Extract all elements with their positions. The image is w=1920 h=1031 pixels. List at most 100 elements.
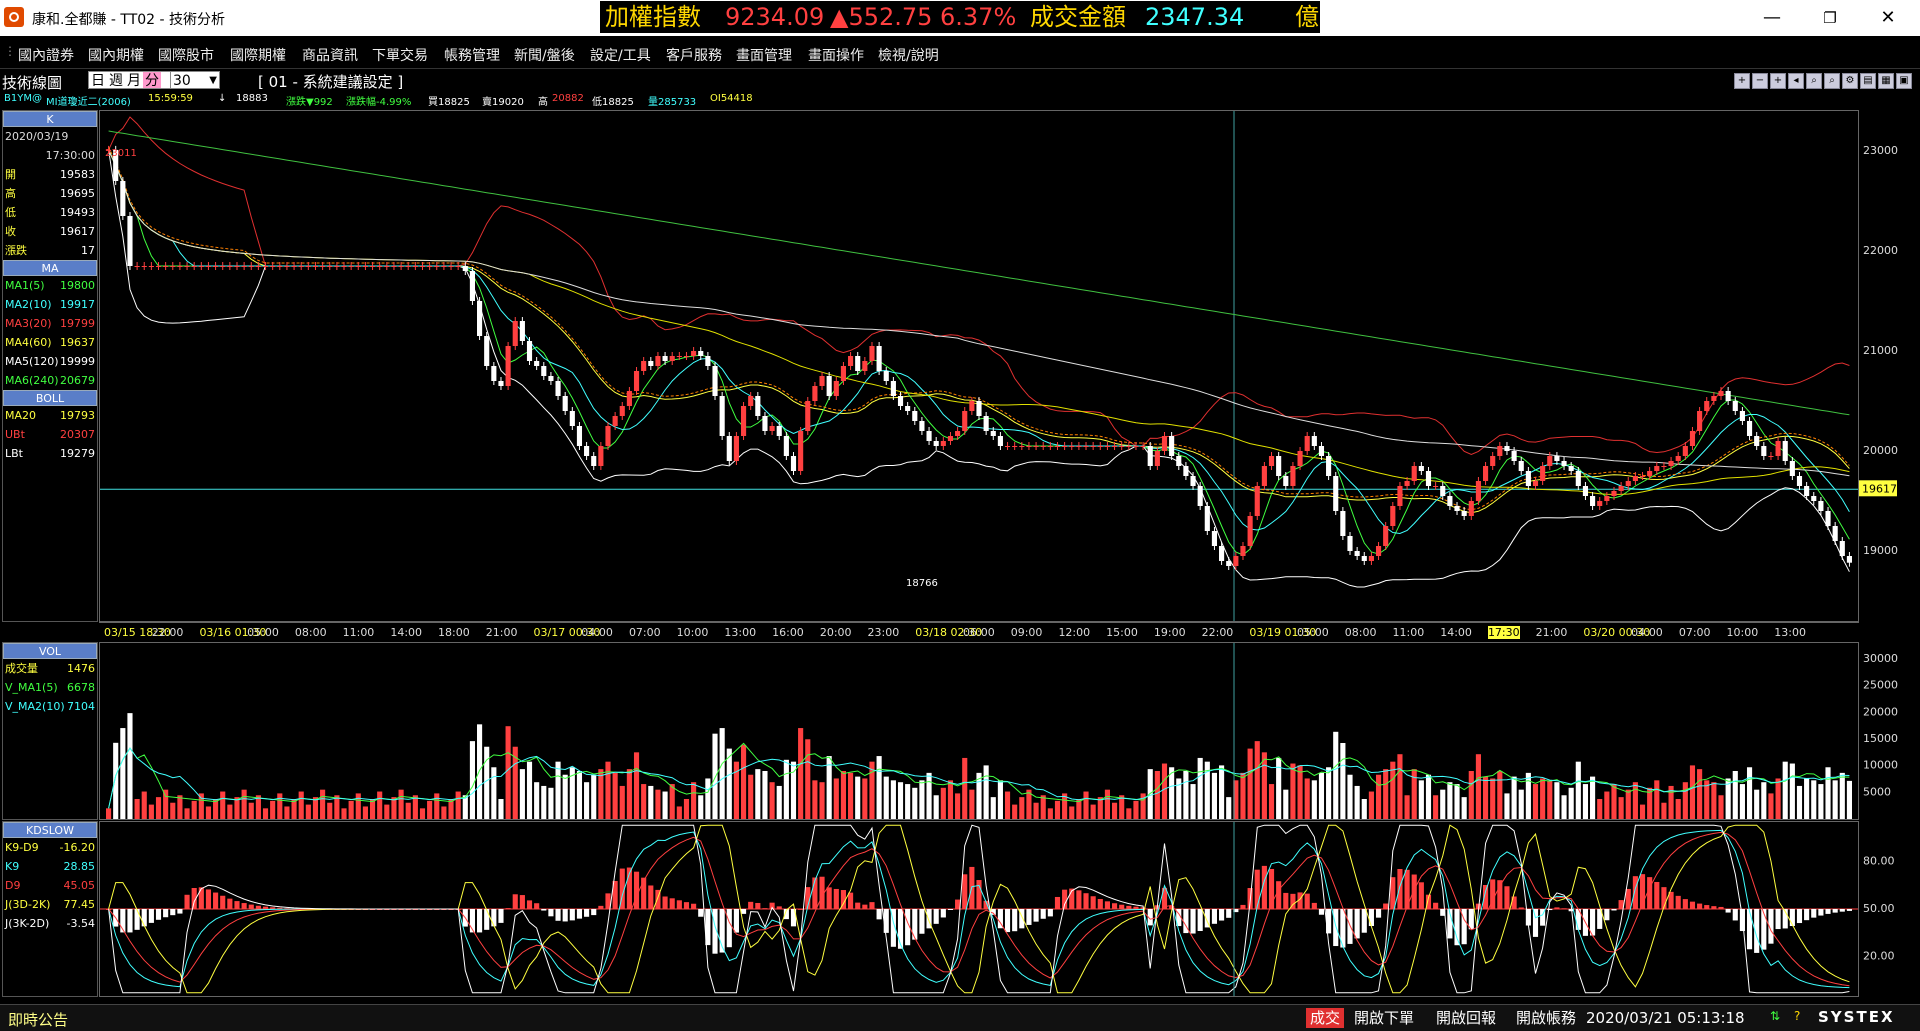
volume-bar xyxy=(626,769,632,819)
volume-bar xyxy=(1290,763,1296,819)
candle-body xyxy=(1739,411,1745,421)
volume-bar xyxy=(320,789,326,819)
volume-bar xyxy=(612,772,618,819)
candle-body xyxy=(719,396,725,436)
volume-bar xyxy=(1732,771,1738,819)
candle-body xyxy=(334,266,340,267)
period-day[interactable]: 日 xyxy=(89,72,107,89)
volume-bar xyxy=(384,804,390,819)
maximize-button[interactable]: ❐ xyxy=(1818,6,1842,30)
menu-global-stocks[interactable]: 國際股市 xyxy=(158,45,214,65)
candle-body xyxy=(1704,401,1710,411)
volume-bar xyxy=(1540,778,1546,819)
kd-diff-bar xyxy=(633,871,640,909)
interval-select[interactable]: 30 ▼ xyxy=(170,71,220,89)
panel-header-ma[interactable]: MA xyxy=(3,260,97,276)
price-chart-pane[interactable]: 23011 18766 xyxy=(99,110,1859,622)
announcement-button[interactable]: 即時公告 xyxy=(8,1009,68,1030)
settings-icon[interactable]: ⚙ xyxy=(1842,73,1858,89)
panel-header-vol[interactable]: VOL xyxy=(3,643,97,659)
magnify-icon[interactable]: ⌕ xyxy=(1824,73,1840,89)
candle-body xyxy=(1040,446,1046,447)
menu-view-help[interactable]: 檢視/說明 xyxy=(878,45,939,65)
fill-button[interactable]: 成交 xyxy=(1306,1008,1345,1028)
volume-bar xyxy=(270,800,276,819)
menu-product-info[interactable]: 商品資訊 xyxy=(302,45,358,65)
indicator-label: MA20 xyxy=(5,409,37,422)
candle-body xyxy=(462,266,468,271)
time-tick: 13:00 xyxy=(724,626,757,639)
print-icon[interactable]: ▦ xyxy=(1878,73,1894,89)
search-icon[interactable]: ⌕ xyxy=(1806,73,1822,89)
candle-body xyxy=(1582,486,1589,496)
open-report-button[interactable]: 開啟回報 xyxy=(1432,1008,1500,1028)
period-minute[interactable]: 分 xyxy=(143,72,161,89)
candle-body xyxy=(1711,396,1717,401)
kd-chart[interactable] xyxy=(100,822,1858,996)
menu-customer-service[interactable]: 客戶服務 xyxy=(666,45,722,65)
panel-header-kdslow[interactable]: KDSLOW xyxy=(3,822,97,838)
volume-bar xyxy=(526,761,533,819)
volume-bar xyxy=(1033,802,1039,819)
volume-bar xyxy=(355,793,361,819)
candle-body xyxy=(748,396,754,406)
kd-diff-bar xyxy=(477,909,483,933)
menu-domestic-futures[interactable]: 國內期權 xyxy=(88,45,144,65)
candle-body xyxy=(683,356,690,357)
menu-domestic-securities[interactable]: 國內證券 xyxy=(18,45,74,65)
crosshair-icon[interactable]: + xyxy=(1734,73,1750,89)
scroll-left-icon[interactable]: ◂ xyxy=(1788,73,1804,89)
minimize-button[interactable]: — xyxy=(1760,6,1784,30)
menu-order-trading[interactable]: 下單交易 xyxy=(372,45,428,65)
candle-body xyxy=(591,456,597,466)
panel-header-boll[interactable]: BOLL xyxy=(3,390,97,406)
candle-body xyxy=(912,411,918,421)
kd-diff-bar xyxy=(1283,892,1289,909)
close-button[interactable]: ✕ xyxy=(1876,6,1900,30)
volume-bar xyxy=(455,791,461,819)
window-icon[interactable]: ▣ xyxy=(1896,73,1912,89)
panel-header-k[interactable]: K xyxy=(3,111,97,127)
volume-bar xyxy=(405,802,411,819)
candle-body xyxy=(1689,431,1696,446)
help-icon[interactable]: ? xyxy=(1794,1009,1800,1023)
candle-body xyxy=(1547,456,1553,466)
open-order-button[interactable]: 開啟下單 xyxy=(1350,1008,1418,1028)
volume-chart[interactable] xyxy=(100,643,1858,819)
volume-bar xyxy=(1133,800,1139,819)
indicator-value: 7104 xyxy=(67,700,95,713)
candle-body xyxy=(1047,446,1053,447)
candle-body xyxy=(676,356,682,357)
volume-bar xyxy=(1297,765,1303,819)
candle-body xyxy=(962,411,968,431)
period-month[interactable]: 月 xyxy=(125,72,143,89)
price-chart[interactable]: 23011 18766 xyxy=(100,111,1858,621)
candle-body xyxy=(562,396,568,411)
menu-screen-management[interactable]: 畫面管理 xyxy=(736,45,792,65)
volume-bar xyxy=(876,756,882,819)
menu-news[interactable]: 新聞/盤後 xyxy=(514,45,575,65)
menu-settings-tools[interactable]: 設定/工具 xyxy=(590,45,651,65)
system-setting-label[interactable]: [ 01 - 系統建議設定 ] xyxy=(258,71,403,92)
volume-tick: 25000 xyxy=(1863,679,1898,692)
volume-bar xyxy=(705,778,711,819)
zoom-in-icon[interactable]: + xyxy=(1770,73,1786,89)
zoom-out-icon[interactable]: − xyxy=(1752,73,1768,89)
volume-bar xyxy=(748,774,754,819)
volume-bar xyxy=(983,765,989,819)
indicator-row: MA4(60) 19637 xyxy=(3,333,97,352)
candle-body xyxy=(1590,496,1596,506)
menu-screen-operation[interactable]: 畫面操作 xyxy=(808,45,864,65)
volume-chart-pane[interactable] xyxy=(99,642,1859,820)
candle-body xyxy=(1611,491,1617,496)
candle-body xyxy=(369,266,376,267)
open-account-button[interactable]: 開啟帳務 xyxy=(1512,1008,1580,1028)
save-icon[interactable]: ▤ xyxy=(1860,73,1876,89)
kd-diff-bar xyxy=(683,902,690,909)
menu-global-futures[interactable]: 國際期權 xyxy=(230,45,286,65)
kd-chart-pane[interactable] xyxy=(99,821,1859,997)
candle-body xyxy=(733,436,739,461)
kd-diff-bar xyxy=(205,889,212,909)
menu-account-management[interactable]: 帳務管理 xyxy=(444,45,500,65)
period-week[interactable]: 週 xyxy=(107,72,125,89)
